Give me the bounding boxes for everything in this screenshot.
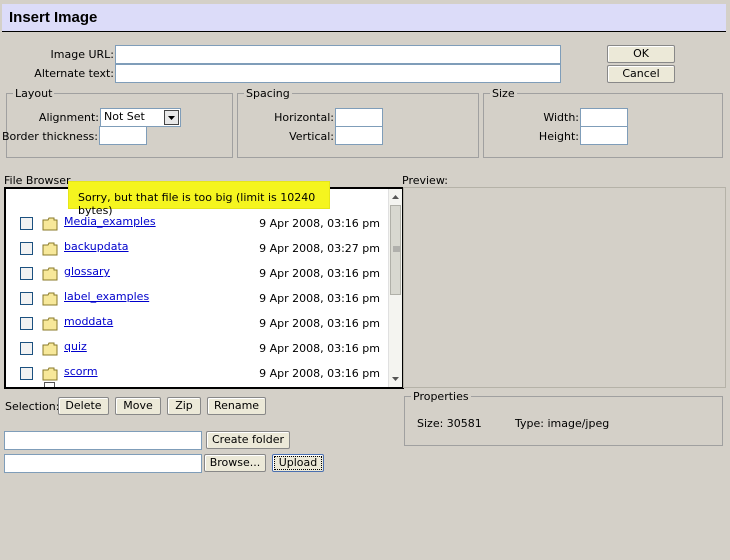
upload-file-path-input[interactable] xyxy=(4,454,202,473)
ok-button[interactable]: OK xyxy=(607,45,675,63)
file-icon xyxy=(44,382,55,387)
folder-icon xyxy=(42,367,58,381)
cancel-button[interactable]: Cancel xyxy=(607,65,675,83)
file-name-link[interactable]: quiz xyxy=(64,340,87,353)
upload-button[interactable]: Upload xyxy=(272,454,324,472)
folder-icon xyxy=(42,242,58,256)
select-checkbox[interactable] xyxy=(20,292,33,305)
file-date: 9 Apr 2008, 03:16 pm xyxy=(259,217,380,230)
horizontal-label: Horizontal: xyxy=(274,111,334,124)
list-item[interactable]: moddata 9 Apr 2008, 03:16 pm xyxy=(6,314,390,339)
list-item[interactable]: Media_examples 9 Apr 2008, 03:16 pm xyxy=(6,214,390,239)
dialog-title-bar: Insert Image xyxy=(2,4,726,32)
spacing-legend: Spacing xyxy=(246,87,290,100)
alternate-text-label: Alternate text: xyxy=(34,67,114,80)
list-item[interactable]: label_examples 9 Apr 2008, 03:16 pm xyxy=(6,289,390,314)
file-date: 9 Apr 2008, 03:16 pm xyxy=(259,342,380,355)
select-checkbox[interactable] xyxy=(20,317,33,330)
folder-icon xyxy=(42,317,58,331)
scroll-down-icon[interactable] xyxy=(391,376,400,383)
file-date: 9 Apr 2008, 03:27 pm xyxy=(259,242,380,255)
alternate-text-input[interactable] xyxy=(115,64,561,83)
border-thickness-label: Border thickness: xyxy=(1,130,98,143)
grip-icon xyxy=(393,246,400,252)
file-browser-label: File Browser xyxy=(4,174,71,187)
scroll-thumb[interactable] xyxy=(390,205,401,295)
image-url-input[interactable] xyxy=(115,45,561,64)
height-label: Height: xyxy=(538,130,579,143)
chevron-down-icon[interactable] xyxy=(164,110,179,125)
scroll-up-icon[interactable] xyxy=(391,193,400,200)
file-date: 9 Apr 2008, 03:16 pm xyxy=(259,267,380,280)
select-checkbox[interactable] xyxy=(20,217,33,230)
new-folder-name-input[interactable] xyxy=(4,431,202,450)
list-item[interactable]: glossary 9 Apr 2008, 03:16 pm xyxy=(6,264,390,289)
file-date: 9 Apr 2008, 03:16 pm xyxy=(259,317,380,330)
file-browser-list[interactable]: Media_examples 9 Apr 2008, 03:16 pm backup… xyxy=(4,187,404,389)
size-legend: Size xyxy=(492,87,515,100)
delete-button[interactable]: Delete xyxy=(58,397,109,415)
folder-icon xyxy=(42,217,58,231)
file-date: 9 Apr 2008, 03:16 pm xyxy=(259,367,380,380)
properties-size: Size: 30581 xyxy=(417,417,482,430)
file-list-scrollbar[interactable] xyxy=(388,189,402,387)
folder-icon xyxy=(42,267,58,281)
file-name-link[interactable]: label_examples xyxy=(64,290,149,303)
alignment-selected-value: Not Set xyxy=(104,110,145,123)
alignment-label: Alignment: xyxy=(38,111,99,124)
file-name-link[interactable]: moddata xyxy=(64,315,113,328)
rename-button[interactable]: Rename xyxy=(207,397,266,415)
list-item[interactable]: backupdata 9 Apr 2008, 03:27 pm xyxy=(6,239,390,264)
select-checkbox[interactable] xyxy=(20,367,33,380)
select-checkbox[interactable] xyxy=(20,342,33,355)
folder-icon xyxy=(42,342,58,356)
image-url-label: Image URL: xyxy=(50,48,114,61)
layout-legend: Layout xyxy=(15,87,53,100)
file-too-big-alert: Sorry, but that file is too big (limit i… xyxy=(68,181,330,217)
file-name-link[interactable]: backupdata xyxy=(64,240,129,253)
folder-icon xyxy=(42,292,58,306)
preview-label: Preview: xyxy=(402,174,448,187)
file-date: 9 Apr 2008, 03:16 pm xyxy=(259,292,380,305)
create-folder-button[interactable]: Create folder xyxy=(206,431,290,449)
properties-legend: Properties xyxy=(413,390,469,403)
vertical-spacing-input[interactable] xyxy=(335,126,383,145)
horizontal-spacing-input[interactable] xyxy=(335,108,383,127)
file-name-link[interactable]: glossary xyxy=(64,265,110,278)
browse-button[interactable]: Browse... xyxy=(204,454,266,472)
move-button[interactable]: Move xyxy=(115,397,161,415)
dialog-title: Insert Image xyxy=(9,9,98,26)
vertical-label: Vertical: xyxy=(289,130,334,143)
height-input[interactable] xyxy=(580,126,628,145)
preview-pane xyxy=(403,187,726,388)
select-checkbox[interactable] xyxy=(20,242,33,255)
alignment-select[interactable]: Not Set xyxy=(100,108,181,127)
alert-message: Sorry, but that file is too big (limit i… xyxy=(78,191,316,217)
list-item-partial xyxy=(6,380,390,387)
width-input[interactable] xyxy=(580,108,628,127)
list-item[interactable]: quiz 9 Apr 2008, 03:16 pm xyxy=(6,339,390,364)
border-thickness-input[interactable] xyxy=(99,126,147,145)
properties-type: Type: image/jpeg xyxy=(515,417,610,430)
selection-label: Selection: xyxy=(5,400,60,413)
select-checkbox[interactable] xyxy=(20,267,33,280)
file-name-link[interactable]: scorm xyxy=(64,365,98,378)
zip-button[interactable]: Zip xyxy=(167,397,201,415)
width-label: Width: xyxy=(543,111,579,124)
